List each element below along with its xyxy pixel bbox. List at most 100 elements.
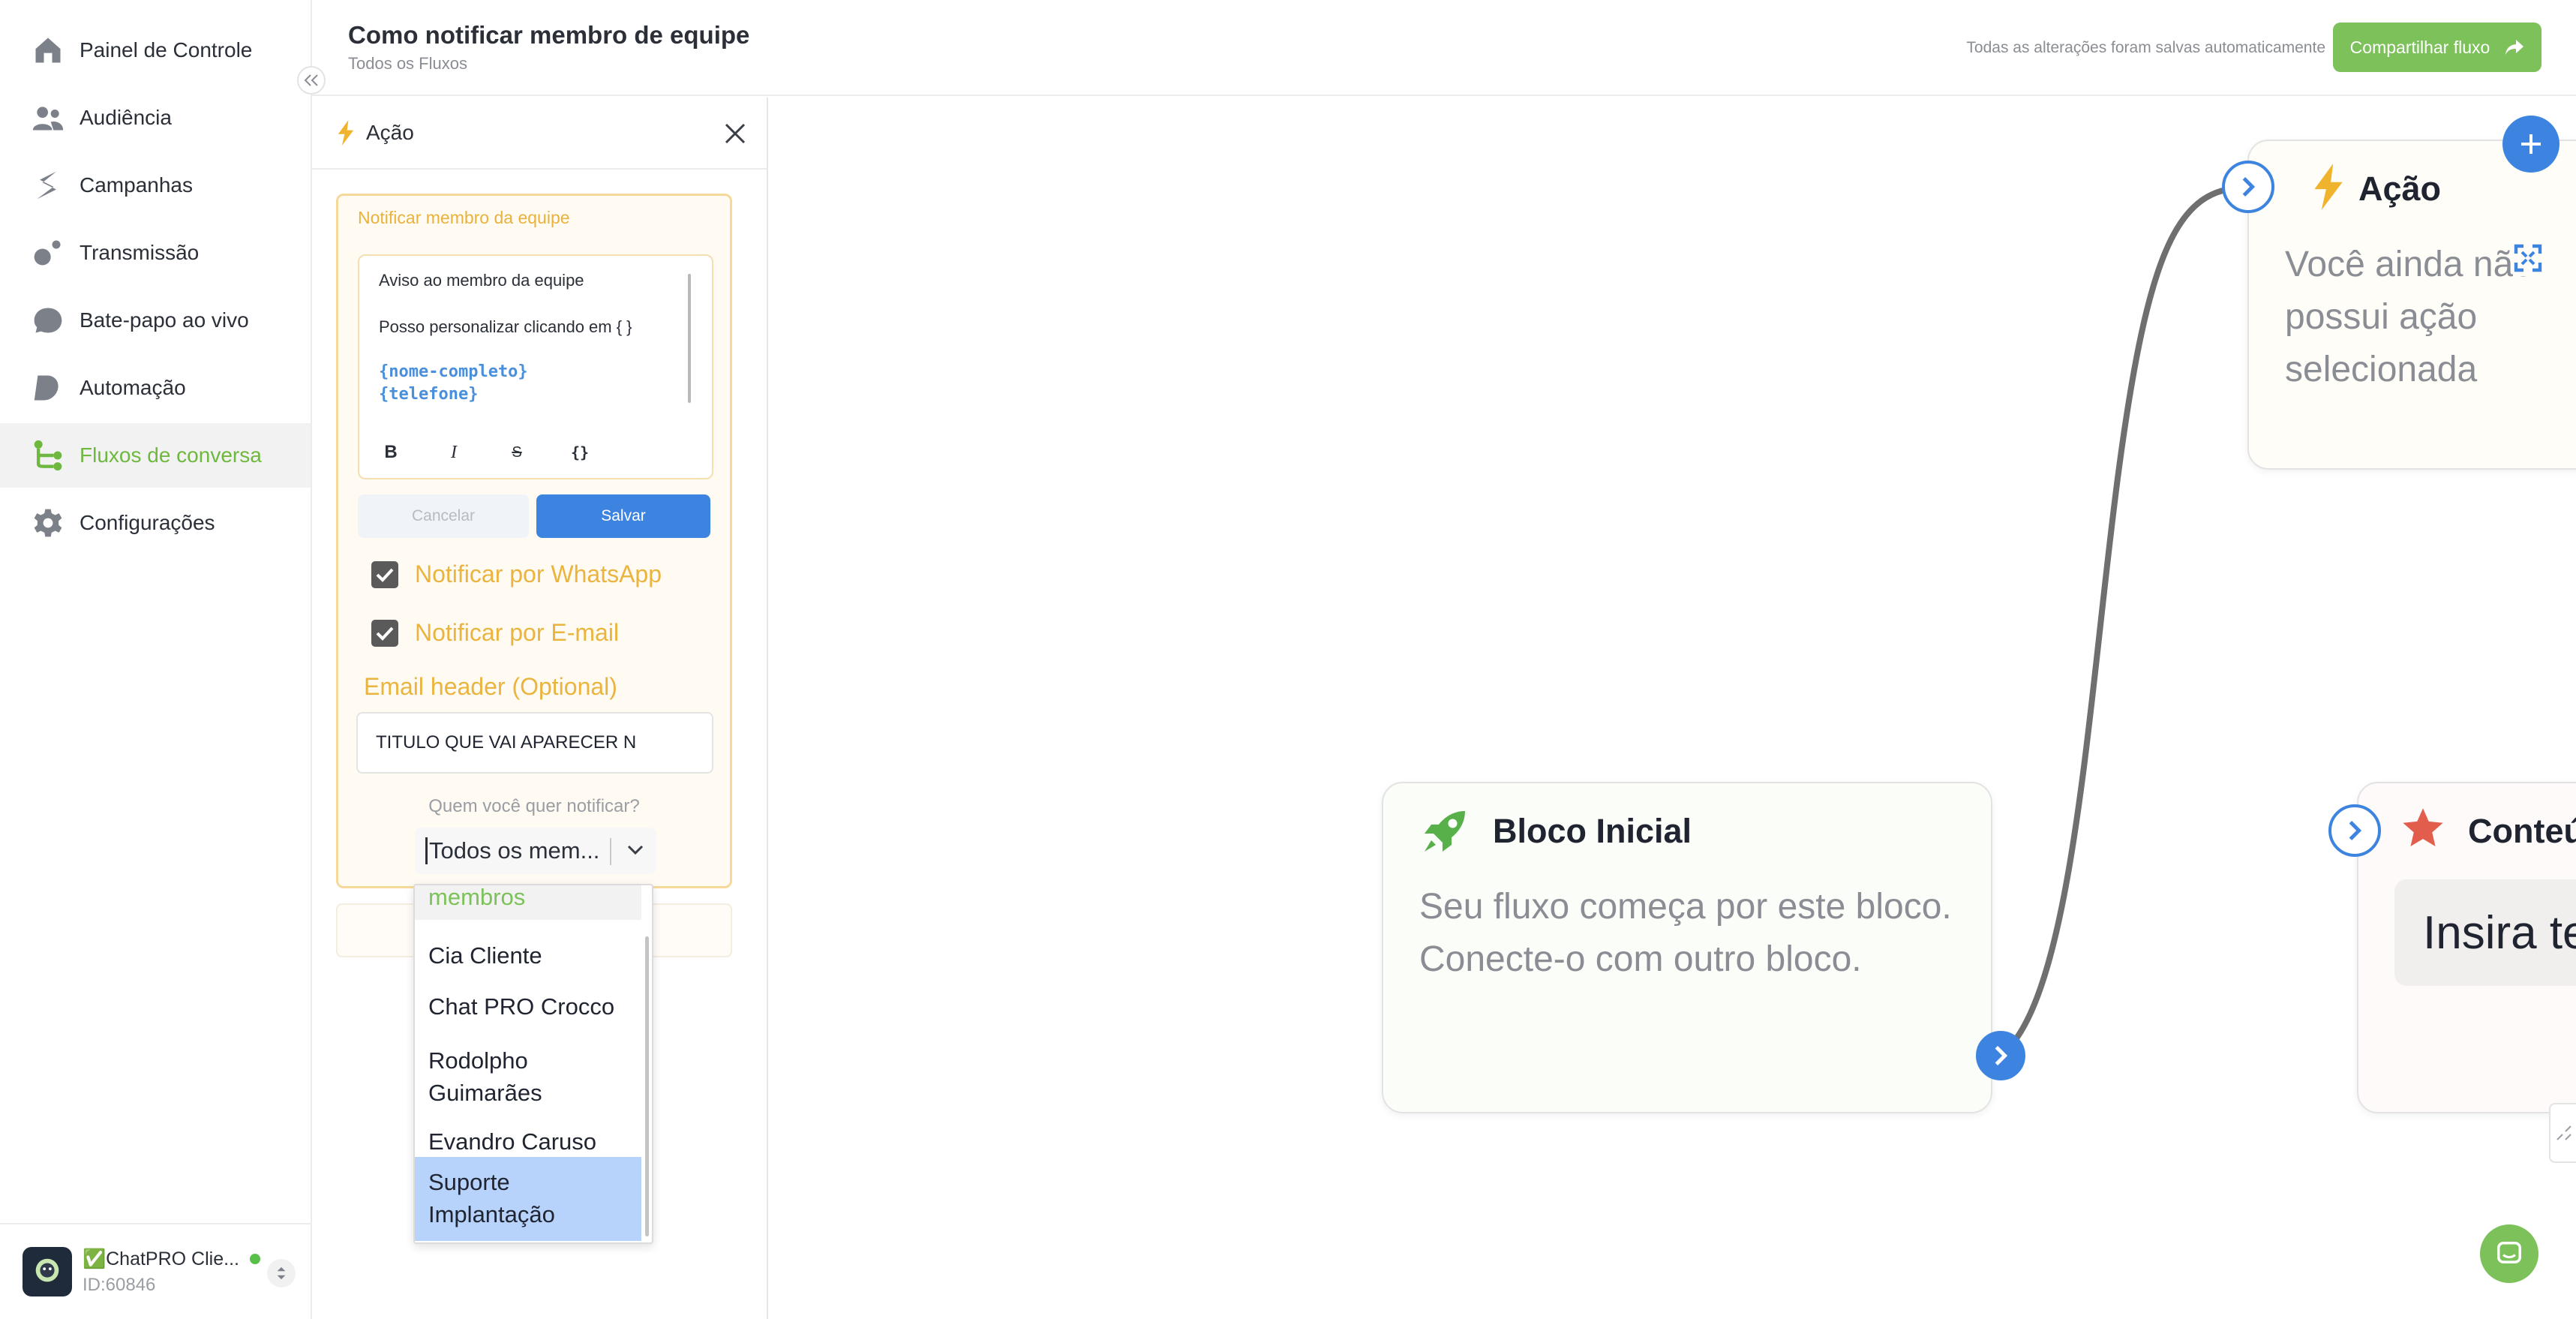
node-title: Conteúdo <box>2468 812 2576 850</box>
insert-variable-button[interactable]: {} <box>563 436 596 469</box>
action-node-input-port[interactable] <box>2222 161 2274 213</box>
collapse-sidebar-button[interactable] <box>297 66 326 95</box>
editor-scrollbar[interactable] <box>688 274 691 403</box>
content-node[interactable]: Conteúdo Insira te <box>2357 782 2576 1113</box>
notify-email-checkbox[interactable]: Notificar por E-mail <box>371 619 619 647</box>
rocket-icon <box>1425 811 1465 852</box>
sidebar: Painel de Controle Audiência Campanhas T… <box>0 0 312 1319</box>
sidebar-item-settings[interactable]: Configurações <box>0 491 311 555</box>
account-switch-icon[interactable] <box>267 1259 296 1287</box>
star-icon <box>2403 808 2443 846</box>
page-title[interactable]: Como notificar membro de equipe <box>348 21 749 50</box>
action-panel-header: Ação <box>312 98 767 170</box>
message-editor[interactable]: Aviso ao membro da equipe Posso personal… <box>358 254 713 479</box>
checkbox-label: Notificar por WhatsApp <box>415 560 662 587</box>
dropdown-option-selected[interactable]: Suporte Implantação <box>415 1157 641 1241</box>
who-to-notify-label: Quem você quer notificar? <box>428 796 640 816</box>
dropdown-scrollbar[interactable] <box>645 936 649 1236</box>
dropdown-option[interactable]: Cia Cliente <box>415 930 641 981</box>
dropdown-option[interactable]: Rodolpho Guimarães <box>415 1035 641 1118</box>
editor-variable: {telefone} <box>379 385 479 404</box>
node-title: Bloco Inicial <box>1493 812 1692 850</box>
plus-icon <box>2521 134 2541 154</box>
chevron-right-icon <box>1995 1046 2008 1065</box>
autosave-status: Todas as alterações foram salvas automat… <box>1966 39 2325 56</box>
users-icon <box>32 107 64 131</box>
start-node[interactable]: Bloco Inicial Seu fluxo começa por este … <box>1382 782 1992 1113</box>
dropdown-option[interactable]: Chat PRO Crocco <box>415 981 641 1032</box>
checkbox-checked-icon <box>371 619 398 647</box>
chevron-down-icon[interactable] <box>620 835 650 865</box>
breadcrumb[interactable]: Todos os Fluxos <box>348 54 467 74</box>
share-arrow-icon <box>2505 40 2524 55</box>
bold-button[interactable]: B <box>374 436 407 469</box>
support-chat-button[interactable] <box>2480 1224 2538 1283</box>
strikethrough-button[interactable]: S <box>500 436 533 469</box>
sidebar-item-label: Painel de Controle <box>80 38 253 62</box>
node-description: Seu fluxo começa por este bloco. <box>1419 887 1952 927</box>
checkbox-label: Notificar por E-mail <box>415 619 620 646</box>
double-chevron-left-icon <box>304 74 318 86</box>
account-name: ✅ChatPRO Clie... <box>83 1248 239 1269</box>
sidebar-item-label: Configurações <box>80 511 215 534</box>
editor-variable: {nome-completo} <box>379 362 528 381</box>
add-block-button[interactable] <box>2502 116 2559 173</box>
checkbox-checked-icon <box>371 560 398 588</box>
sidebar-item-label: Audiência <box>80 106 172 129</box>
dropdown-option[interactable]: membros <box>415 885 641 920</box>
sidebar-item-label: Automação <box>80 376 186 399</box>
online-status-dot <box>249 1254 260 1264</box>
sidebar-item-label: Transmissão <box>80 241 200 264</box>
expand-icon[interactable] <box>2513 243 2546 276</box>
top-header: Como notificar membro de equipe Todos os… <box>312 0 2576 96</box>
action-node[interactable]: Ação Você ainda não possui ação selecion… <box>2247 140 2576 470</box>
content-text-input[interactable]: Insira te <box>2394 879 2576 986</box>
content-text-value: Insira te <box>2423 907 2576 959</box>
team-member-dropdown: membros Cia Cliente Chat PRO Crocco Rodo… <box>413 884 653 1244</box>
email-header-field[interactable]: TITULO QUE VAI APARECER N <box>356 712 713 774</box>
broadcast-icon <box>34 240 61 266</box>
sidebar-item-broadcast[interactable]: Transmissão <box>0 221 311 285</box>
node-title: Ação <box>2358 170 2442 208</box>
italic-button[interactable]: I <box>437 436 470 469</box>
share-flow-label: Compartilhar fluxo <box>2349 37 2490 57</box>
account-switcher[interactable]: ✅ChatPRO Clie... ID:60846 <box>0 1223 311 1319</box>
start-node-output-port[interactable] <box>1976 1031 2025 1080</box>
card-title: Notificar membro da equipe <box>358 208 570 227</box>
cancel-button[interactable]: Cancelar <box>358 494 529 538</box>
sidebar-item-campaigns[interactable]: Campanhas <box>0 153 311 218</box>
flow-canvas[interactable]: Ação Você ainda não possui ação selecion… <box>768 98 2576 1319</box>
editor-line: Aviso ao membro da equipe <box>379 271 584 290</box>
sidebar-item-label: Bate-papo ao vivo <box>80 308 249 332</box>
save-button[interactable]: Salvar <box>536 494 710 538</box>
select-divider <box>610 838 611 865</box>
flow-icon <box>34 440 62 471</box>
home-icon <box>35 38 61 63</box>
lightning-icon <box>2314 164 2343 210</box>
gear-icon <box>34 509 62 537</box>
close-icon[interactable] <box>719 117 752 150</box>
sidebar-item-conversation-flows[interactable]: Fluxos de conversa <box>0 423 311 488</box>
content-node-input-port[interactable] <box>2328 804 2381 857</box>
team-member-select-value: Todos os mem... <box>425 837 599 864</box>
share-flow-button[interactable]: Compartilhar fluxo <box>2333 23 2541 72</box>
sidebar-item-audience[interactable]: Audiência <box>0 86 311 150</box>
email-header-label: Email header (Optional) <box>364 673 617 700</box>
sidebar-item-dashboard[interactable]: Painel de Controle <box>0 18 311 83</box>
lightning-icon <box>338 120 354 146</box>
sidebar-item-label: Fluxos de conversa <box>80 443 262 467</box>
chevron-right-icon <box>2242 177 2256 197</box>
minimap-toggle-icon[interactable] <box>2549 1103 2576 1163</box>
chevron-right-icon <box>2349 821 2362 840</box>
sidebar-item-label: Campanhas <box>80 173 193 197</box>
team-member-select[interactable]: Todos os mem... <box>415 828 656 874</box>
avatar <box>23 1247 72 1296</box>
account-id: ID:60846 <box>83 1274 156 1295</box>
sidebar-item-live-chat[interactable]: Bate-papo ao vivo <box>0 288 311 353</box>
campaign-icon <box>37 171 56 200</box>
notify-whatsapp-checkbox[interactable]: Notificar por WhatsApp <box>371 560 662 588</box>
chatpro-logo-icon <box>35 1258 59 1282</box>
action-panel-title: Ação <box>366 121 414 144</box>
chat-bubble-icon <box>34 308 62 333</box>
sidebar-item-automation[interactable]: Automação <box>0 356 311 420</box>
